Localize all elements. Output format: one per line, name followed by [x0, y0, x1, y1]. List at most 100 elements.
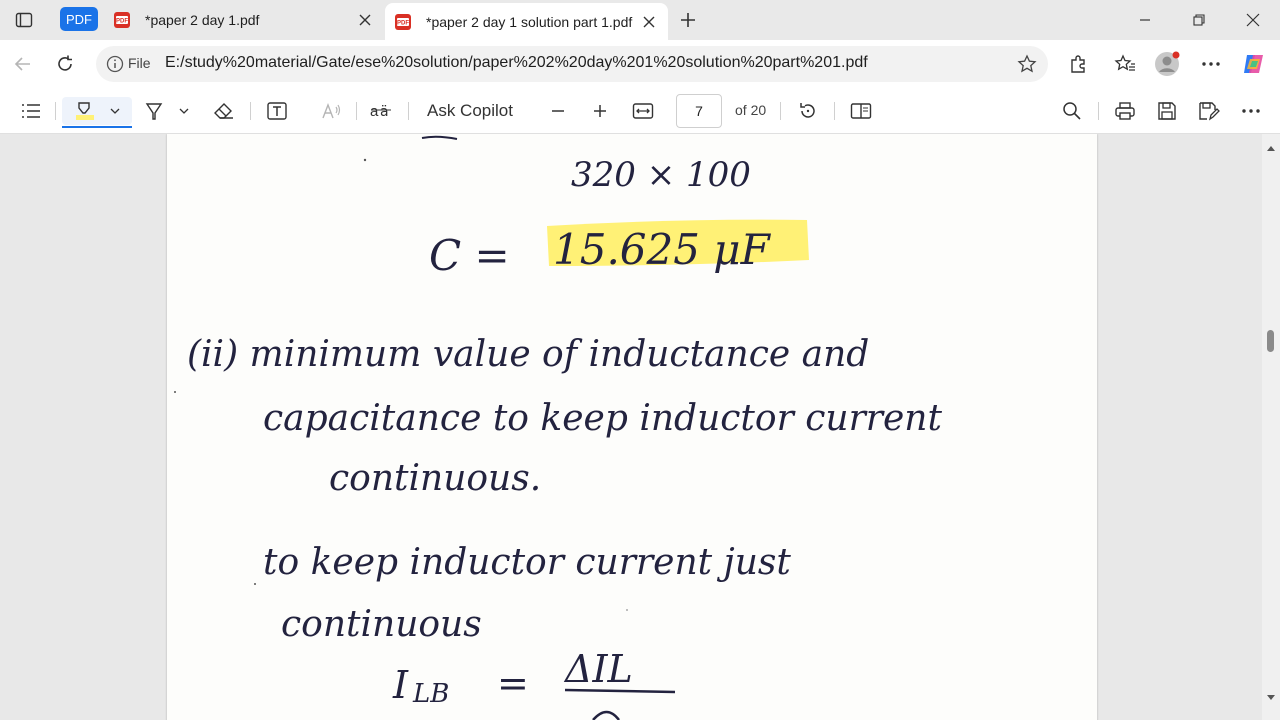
extensions-button[interactable] — [1064, 50, 1092, 78]
close-icon — [1246, 13, 1260, 27]
eraser-icon — [214, 103, 233, 119]
translate-button[interactable]: aä — [366, 97, 396, 125]
svg-text:ä: ä — [380, 104, 389, 120]
tab-group-label: PDF — [66, 11, 92, 27]
favorites-icon — [1114, 54, 1135, 71]
scrollbar-thumb[interactable] — [1267, 330, 1274, 352]
close-tab-icon[interactable] — [640, 13, 658, 31]
vertical-scrollbar[interactable] — [1262, 134, 1280, 720]
address-bar[interactable]: File E:/study%20material/Gate/ese%20solu… — [96, 46, 1048, 82]
page-total: of 20 — [735, 102, 767, 118]
close-tab-icon[interactable] — [356, 11, 374, 29]
tab-title: *paper 2 day 1 solution part 1.pdf — [426, 13, 633, 30]
doc-eq-numerator: ΔIL — [563, 647, 633, 691]
search-button[interactable] — [1058, 97, 1086, 125]
contents-button[interactable] — [16, 97, 46, 125]
address-row: File E:/study%20material/Gate/ese%20solu… — [0, 40, 1280, 88]
more-icon — [1202, 62, 1220, 66]
pdf-file-icon: PDF — [114, 12, 130, 28]
pdf-toolbar: aä Ask Copilot 7 of 20 — [0, 88, 1280, 134]
favorites-button[interactable] — [1111, 50, 1139, 78]
refresh-button[interactable] — [51, 50, 79, 78]
two-page-icon — [850, 103, 872, 119]
add-text-button[interactable] — [262, 97, 292, 125]
rotate-icon — [800, 103, 815, 118]
minimize-icon — [1140, 19, 1150, 21]
zoom-in-button[interactable] — [586, 97, 614, 125]
arrow-left-icon — [14, 57, 30, 71]
save-button[interactable] — [1152, 97, 1182, 125]
save-as-button[interactable] — [1194, 97, 1224, 125]
pen-icon — [145, 103, 163, 120]
doc-line-denominator: 320 × 100 — [571, 155, 751, 195]
tab-actions-button[interactable] — [6, 6, 42, 34]
doc-line-to-keep: to keep inductor current just — [263, 542, 791, 583]
fit-width-icon — [632, 103, 654, 119]
tab-actions-icon — [15, 12, 33, 28]
doc-line-continuous-2: continuous — [281, 604, 482, 645]
url-text[interactable]: E:/study%20material/Gate/ese%20solution/… — [165, 54, 868, 72]
back-button[interactable] — [9, 50, 37, 78]
restore-icon — [1193, 14, 1205, 26]
chevron-down-icon[interactable] — [179, 108, 189, 114]
doc-line-continuous: continuous. — [329, 458, 541, 499]
avatar-icon — [1155, 51, 1180, 76]
ask-copilot-button[interactable]: Ask Copilot — [427, 101, 513, 121]
profile-button[interactable] — [1153, 50, 1181, 78]
save-as-icon — [1199, 102, 1220, 121]
doc-line-c-value: 15.625 μF — [553, 225, 772, 274]
highlighter-icon — [76, 102, 94, 120]
scroll-down-arrow-icon[interactable] — [1266, 694, 1276, 702]
chevron-down-icon[interactable] — [110, 108, 120, 114]
read-aloud-icon — [322, 103, 341, 119]
info-icon[interactable] — [106, 55, 124, 73]
list-icon — [22, 104, 40, 118]
doc-line-c-lhs: C = — [429, 231, 510, 280]
restore-button[interactable] — [1172, 0, 1226, 40]
tab-title: *paper 2 day 1.pdf — [145, 12, 260, 28]
plus-icon — [594, 105, 606, 117]
tab-strip: PDF PDF *paper 2 day 1.pdf PDF *paper 2 … — [0, 0, 1280, 40]
close-window-button[interactable] — [1226, 0, 1280, 40]
doc-line-capacitance: capacitance to keep inductor current — [263, 398, 942, 439]
tab-paper-2-day-1-solution[interactable]: PDF *paper 2 day 1 solution part 1.pdf — [385, 3, 668, 40]
handwritten-page-content: 320 × 100 C = 15.625 μF (ii) minimum val… — [174, 135, 942, 720]
doc-eq-equals: = — [497, 661, 529, 705]
more-options-button[interactable] — [1236, 97, 1266, 125]
text-box-icon — [267, 102, 287, 120]
pdf-file-icon: PDF — [395, 13, 411, 30]
save-icon — [1158, 102, 1176, 120]
zoom-out-button[interactable] — [544, 97, 572, 125]
translate-icon: aä — [370, 103, 391, 120]
favorite-star-icon[interactable] — [1017, 54, 1037, 74]
minus-icon — [552, 110, 564, 112]
pdf-viewer[interactable]: 320 × 100 C = 15.625 μF (ii) minimum val… — [0, 134, 1280, 720]
doc-eq-i: I — [392, 663, 409, 707]
draw-tool-button[interactable] — [138, 97, 194, 125]
svg-text:PDF: PDF — [397, 20, 409, 26]
pdf-page[interactable]: 320 × 100 C = 15.625 μF (ii) minimum val… — [167, 134, 1097, 720]
copilot-button[interactable] — [1240, 50, 1268, 78]
rotate-button[interactable] — [794, 97, 822, 125]
page-number-input[interactable]: 7 — [676, 94, 722, 128]
doc-line-ii-heading: (ii) minimum value of inductance and — [187, 334, 869, 375]
minimize-button[interactable] — [1118, 0, 1172, 40]
tab-paper-2-day-1[interactable]: PDF *paper 2 day 1.pdf — [104, 0, 384, 40]
scroll-up-arrow-icon[interactable] — [1266, 144, 1276, 152]
doc-eq-fraction-bar — [564, 688, 676, 694]
print-button[interactable] — [1110, 97, 1140, 125]
svg-text:a: a — [370, 103, 379, 120]
more-icon — [1242, 109, 1260, 113]
settings-more-button[interactable] — [1197, 50, 1225, 78]
doc-eq-sub: LB — [412, 679, 449, 709]
tab-group-pdf[interactable]: PDF — [60, 7, 98, 31]
erase-button[interactable] — [210, 97, 238, 125]
new-tab-button[interactable] — [674, 6, 702, 34]
read-aloud-button[interactable] — [316, 97, 346, 125]
highlight-tool-button[interactable] — [62, 97, 132, 125]
page-view-button[interactable] — [846, 97, 876, 125]
plus-icon — [681, 13, 695, 27]
refresh-icon — [58, 55, 72, 71]
copilot-icon — [1244, 55, 1263, 73]
fit-width-button[interactable] — [628, 97, 658, 125]
